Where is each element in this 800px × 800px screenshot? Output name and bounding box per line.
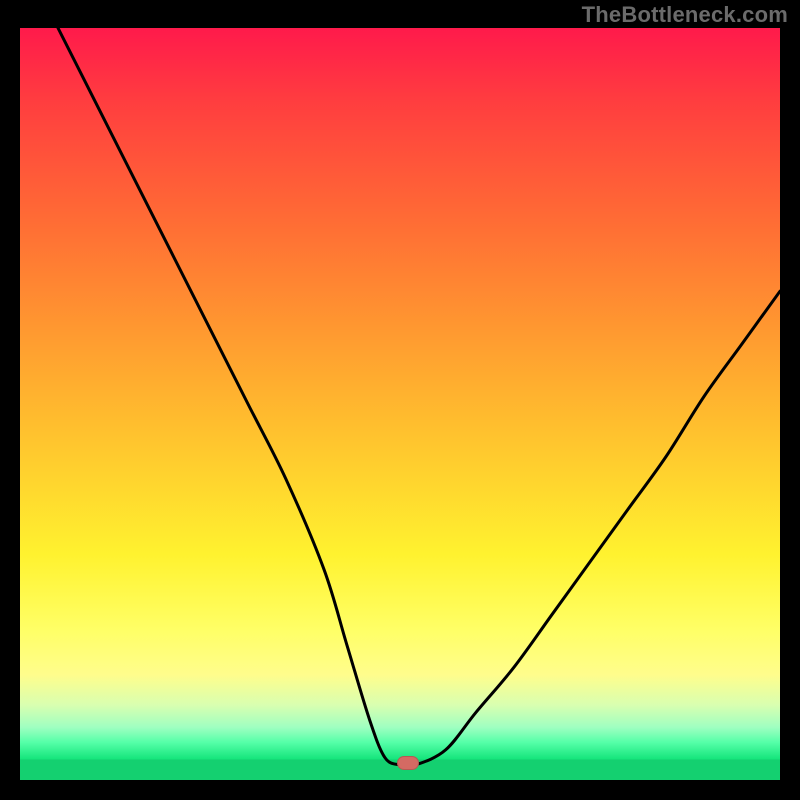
chart-frame: TheBottleneck.com	[0, 0, 800, 800]
bottleneck-curve	[20, 28, 780, 780]
plot-area	[20, 28, 780, 780]
watermark-label: TheBottleneck.com	[582, 2, 788, 28]
optimum-marker	[397, 756, 419, 770]
